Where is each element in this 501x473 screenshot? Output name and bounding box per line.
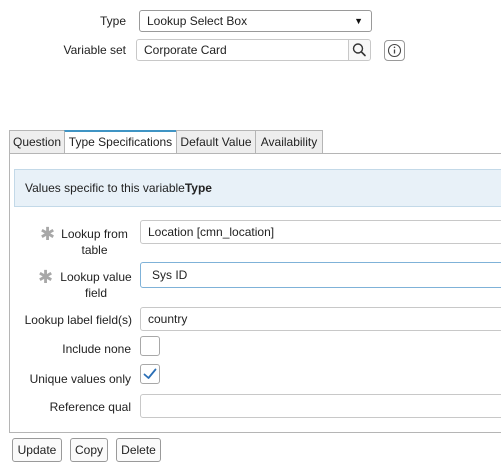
lookup-value-field-label-line1: Lookup value <box>60 270 132 284</box>
search-icon <box>352 43 366 57</box>
tab-question[interactable]: Question <box>9 130 65 154</box>
delete-button[interactable]: Delete <box>116 438 161 462</box>
chevron-down-icon: ▼ <box>354 16 363 26</box>
variable-set-label: Variable set <box>63 43 126 57</box>
update-button[interactable]: Update <box>12 438 62 462</box>
copy-button[interactable]: Copy <box>70 438 108 462</box>
variable-set-value: Corporate Card <box>144 43 227 57</box>
lookup-value-field-label: Lookup value field <box>58 269 134 301</box>
lookup-value-field-label-line2: field <box>84 286 107 300</box>
include-none-label: Include none <box>62 342 131 356</box>
info-icon <box>387 43 402 58</box>
type-select-value: Lookup Select Box <box>147 14 248 28</box>
tab-availability[interactable]: Availability <box>255 130 323 154</box>
unique-values-only-label: Unique values only <box>29 372 131 386</box>
lookup-label-fields-label: Lookup label field(s) <box>24 313 132 327</box>
mandatory-icon: ✱ <box>38 267 54 287</box>
info-message-text: Values specific to this variable <box>25 181 185 195</box>
lookup-from-table-value: Location [cmn_location] <box>148 225 275 239</box>
info-button[interactable] <box>384 40 405 61</box>
variable-set-search-button[interactable] <box>348 39 371 61</box>
info-message-bold: Type <box>184 181 212 195</box>
type-select[interactable]: Lookup Select Box ▼ <box>139 10 372 32</box>
reference-qual-label: Reference qual <box>49 400 131 414</box>
lookup-from-table-input[interactable]: Location [cmn_location] <box>140 220 501 244</box>
reference-qual-input[interactable] <box>140 394 501 418</box>
tab-type-specifications[interactable]: Type Specifications <box>64 130 177 155</box>
tab-default-value[interactable]: Default Value <box>176 130 256 154</box>
include-none-checkbox[interactable] <box>140 336 160 356</box>
checkmark-icon <box>143 368 157 379</box>
lookup-from-table-label-line1: Lookup from <box>61 227 128 241</box>
lookup-value-field-select[interactable]: Sys ID <box>140 262 501 288</box>
lookup-from-table-label: Lookup from table <box>58 226 131 258</box>
lookup-from-table-label-line2: table <box>81 243 108 257</box>
info-message: Values specific to this variableType <box>14 169 501 207</box>
mandatory-icon: ✱ <box>40 224 56 244</box>
type-label: Type <box>99 14 126 28</box>
lookup-label-fields-value: country <box>148 312 188 326</box>
unique-values-only-checkbox[interactable] <box>140 364 160 384</box>
lookup-value-field-value: Sys ID <box>152 268 188 282</box>
lookup-label-fields-input[interactable]: country <box>140 307 501 331</box>
variable-set-input[interactable]: Corporate Card <box>136 39 349 61</box>
